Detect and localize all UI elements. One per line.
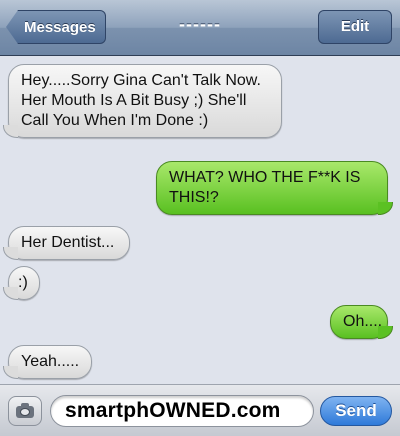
message-input[interactable]: smartphOWNED.com xyxy=(50,395,314,427)
message-bubble-received: Yeah..... xyxy=(3,345,92,379)
navigation-bar: Messages ------ Edit xyxy=(0,0,400,56)
message-thread[interactable]: Hey.....Sorry Gina Can't Talk Now. Her M… xyxy=(0,56,400,382)
camera-button[interactable] xyxy=(8,396,42,426)
message-bubble-received: :) xyxy=(3,266,40,300)
send-button[interactable]: Send xyxy=(320,396,392,426)
edit-button[interactable]: Edit xyxy=(318,10,392,44)
message-bubble-received: Her Dentist... xyxy=(3,226,130,260)
message-bubble-sent: Oh.... xyxy=(330,305,393,339)
message-bubble-received: Hey.....Sorry Gina Can't Talk Now. Her M… xyxy=(3,64,282,138)
message-bubble-sent: WHAT? WHO THE F**K IS THIS!? xyxy=(156,161,393,215)
message-composer: smartphOWNED.com Send xyxy=(0,384,400,436)
